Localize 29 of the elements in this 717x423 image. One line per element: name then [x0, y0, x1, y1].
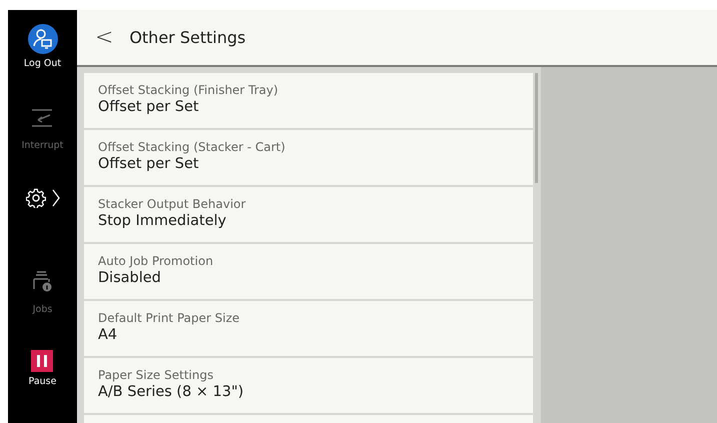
setting-label: Default Print Paper Size — [98, 311, 241, 325]
setting-label: Paper Size Settings — [98, 368, 214, 382]
setting-value: Offset per Set — [98, 99, 200, 115]
user-icon[interactable] — [28, 24, 58, 54]
setting-label: Offset Stacking (Finisher Tray) — [98, 83, 280, 97]
sidebar-label: Log Out — [24, 58, 62, 69]
sidebar-label: Pause — [28, 376, 56, 387]
scrollbar-thumb[interactable] — [535, 73, 538, 183]
setting-row[interactable]: Default Print Paper Size A4 — [84, 301, 534, 356]
settings-icon[interactable] — [26, 188, 46, 208]
setting-label: Stacker Output Behavior — [98, 197, 247, 211]
setting-label: Offset Stacking (Stacker - Cart) — [98, 140, 286, 154]
setting-value: Offset per Set — [98, 156, 200, 172]
setting-value: Disabled — [98, 270, 162, 286]
setting-value: Stop Immediately — [98, 213, 228, 229]
chevron-right-icon[interactable] — [52, 188, 60, 208]
setting-value: A/B Series (8 × 13") — [98, 384, 245, 400]
pause-icon[interactable] — [31, 350, 54, 372]
setting-row[interactable]: Stacker Output Behavior Stop Immediately — [84, 187, 534, 242]
sidebar-label: Jobs — [32, 304, 52, 315]
setting-row[interactable]: Auto Job Promotion Disabled — [84, 244, 534, 299]
setting-row[interactable]: Offset Stacking (Finisher Tray) Offset per Set — [84, 73, 534, 128]
sidebar-label: Interrupt — [22, 140, 64, 151]
setting-row[interactable]: Paper Size Settings A/B Series (8 × 13") — [84, 358, 534, 413]
setting-row[interactable]: Offset Stacking (Stacker - Cart) Offset per Set — [84, 130, 534, 185]
back-button[interactable]: < — [95, 25, 114, 50]
page-title: Other Settings — [129, 28, 246, 47]
setting-value: A4 — [98, 327, 118, 343]
setting-label: Auto Job Promotion — [98, 254, 214, 268]
